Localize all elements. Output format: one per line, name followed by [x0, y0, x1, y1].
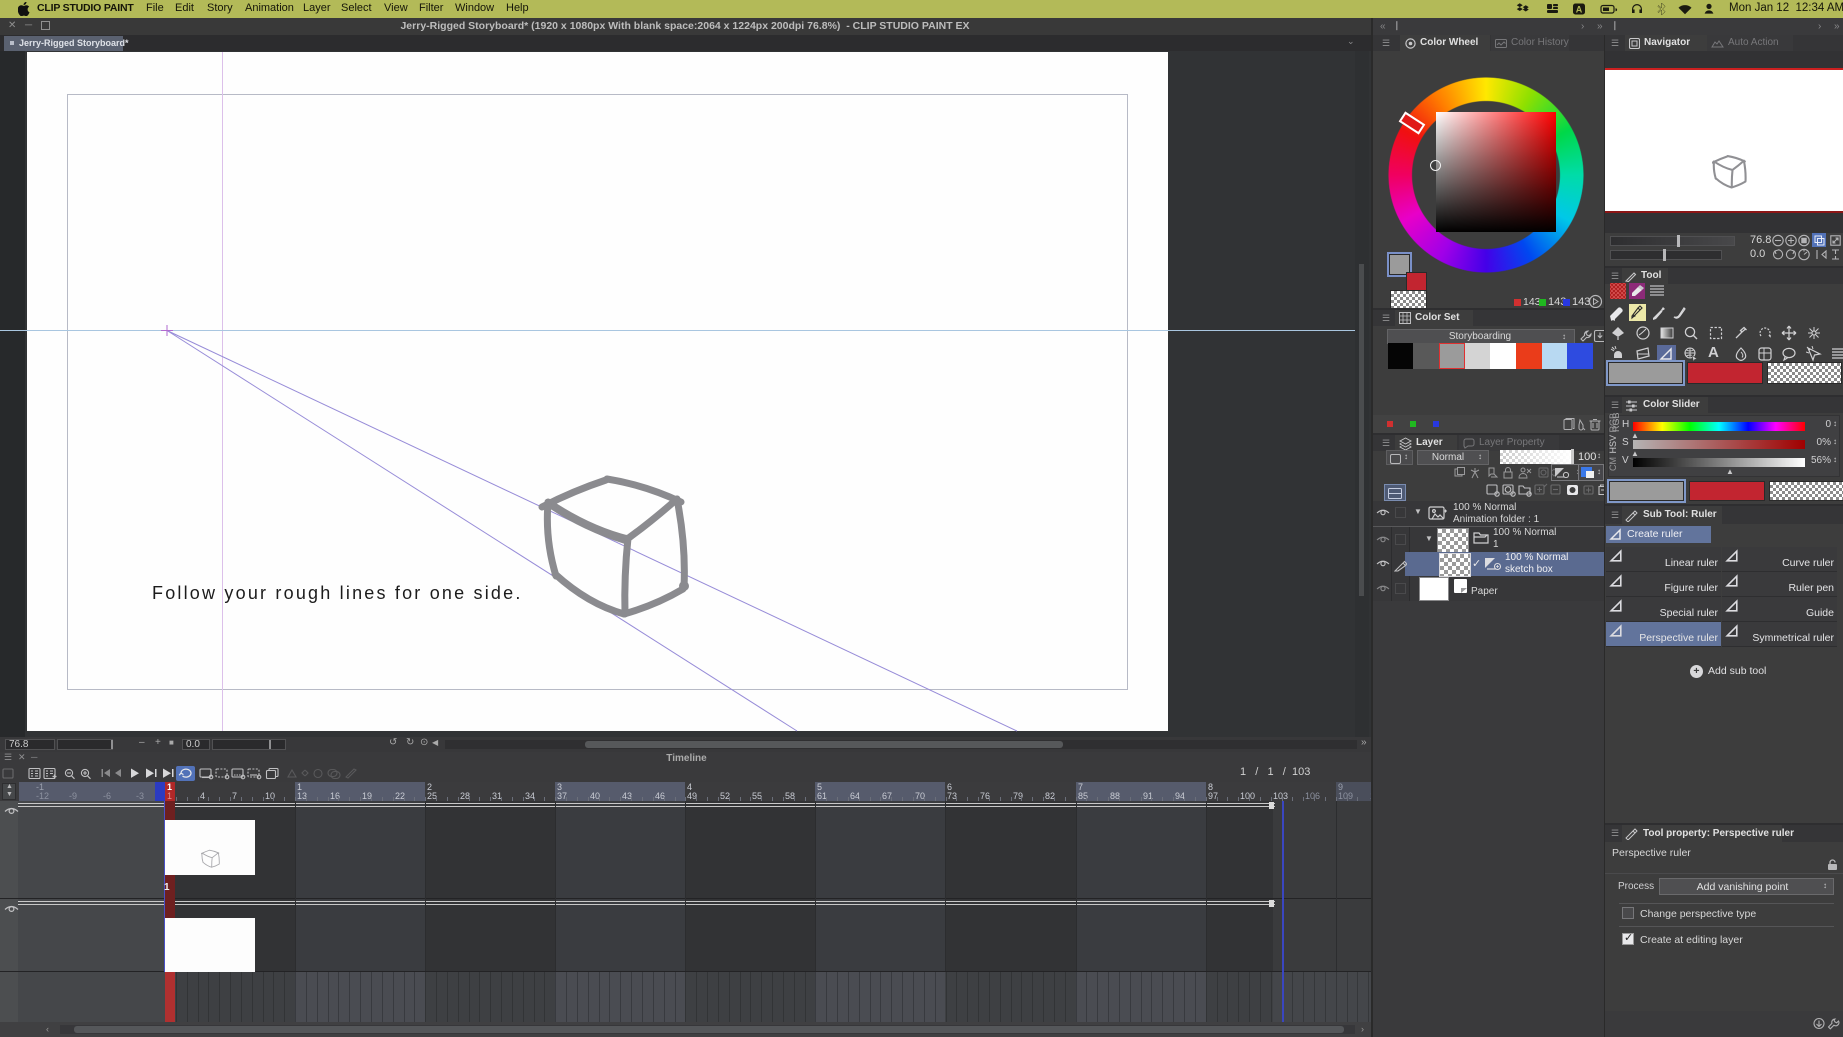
svg-text:Follow your rough lines for on: Follow your rough lines for one side.	[152, 583, 523, 603]
svg-text:A: A	[1576, 5, 1583, 15]
